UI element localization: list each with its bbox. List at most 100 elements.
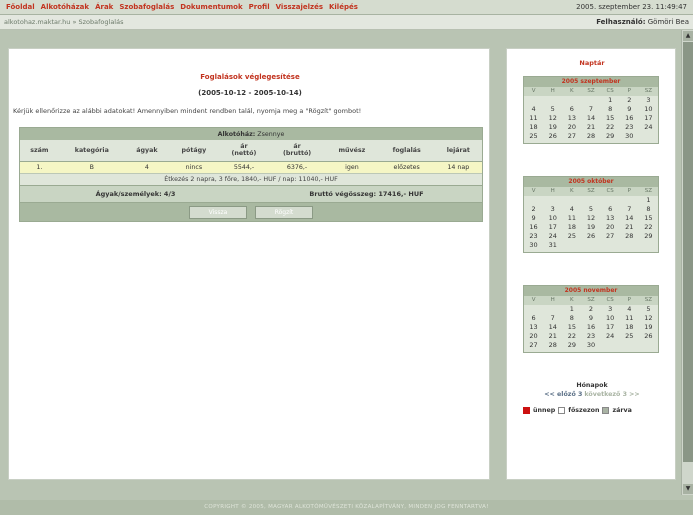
- calendar-day[interactable]: 17: [543, 223, 562, 232]
- calendar-day[interactable]: 13: [562, 114, 581, 123]
- calendar-day[interactable]: 11: [524, 114, 543, 123]
- calendar-day[interactable]: 23: [581, 332, 600, 341]
- calendar-day[interactable]: 16: [581, 323, 600, 332]
- menu-item-arak[interactable]: Árak: [95, 3, 113, 11]
- menu-item-szobafoglalas[interactable]: Szobafoglalás: [119, 3, 174, 11]
- calendar-day[interactable]: 22: [639, 223, 658, 232]
- menu-item-profil[interactable]: Profil: [249, 3, 270, 11]
- calendar-day[interactable]: 3: [543, 205, 562, 214]
- calendar-day[interactable]: 7: [543, 314, 562, 323]
- calendar-day[interactable]: 21: [543, 332, 562, 341]
- calendar-day[interactable]: 9: [581, 314, 600, 323]
- calendar-day[interactable]: 8: [601, 105, 620, 114]
- calendar-day[interactable]: 23: [524, 232, 543, 241]
- calendar-day[interactable]: 20: [562, 123, 581, 132]
- calendar-day[interactable]: 25: [524, 132, 543, 141]
- calendar-day[interactable]: 13: [601, 214, 620, 223]
- calendar-day[interactable]: 8: [639, 205, 658, 214]
- calendar-day[interactable]: 18: [524, 123, 543, 132]
- calendar-day[interactable]: 14: [543, 323, 562, 332]
- calendar-day[interactable]: 6: [601, 205, 620, 214]
- calendar-day[interactable]: 15: [601, 114, 620, 123]
- calendar-day[interactable]: 4: [524, 105, 543, 114]
- calendar-day[interactable]: 29: [601, 132, 620, 141]
- calendar-day[interactable]: 27: [562, 132, 581, 141]
- calendar-day[interactable]: 1: [562, 305, 581, 314]
- vertical-scrollbar[interactable]: ▲ ▼: [681, 30, 693, 495]
- calendar-day[interactable]: 12: [543, 114, 562, 123]
- calendar-day[interactable]: 30: [620, 132, 639, 141]
- calendar-day[interactable]: 22: [601, 123, 620, 132]
- calendar-day[interactable]: 29: [639, 232, 658, 241]
- calendar-day[interactable]: 6: [524, 314, 543, 323]
- scroll-thumb[interactable]: [683, 42, 693, 462]
- menu-item-visszajelzes[interactable]: Visszajelzés: [276, 3, 323, 11]
- calendar-day[interactable]: 27: [601, 232, 620, 241]
- calendar-day[interactable]: 24: [601, 332, 620, 341]
- calendar-day[interactable]: 28: [581, 132, 600, 141]
- calendar-day[interactable]: 15: [562, 323, 581, 332]
- menu-item-dokumentumok[interactable]: Dokumentumok: [180, 3, 242, 11]
- calendar-day[interactable]: 16: [620, 114, 639, 123]
- calendar-day[interactable]: 9: [524, 214, 543, 223]
- menu-item-alkotohazak[interactable]: Alkotóházak: [41, 3, 89, 11]
- calendar-day[interactable]: 22: [562, 332, 581, 341]
- calendar-day[interactable]: 26: [543, 132, 562, 141]
- calendar-day[interactable]: 20: [524, 332, 543, 341]
- calendar-day[interactable]: 17: [639, 114, 658, 123]
- calendar-day[interactable]: 26: [581, 232, 600, 241]
- calendar-day[interactable]: 4: [562, 205, 581, 214]
- calendar-day[interactable]: 25: [620, 332, 639, 341]
- calendar-day[interactable]: 5: [543, 105, 562, 114]
- calendar-day[interactable]: 23: [620, 123, 639, 132]
- calendar-day[interactable]: 11: [620, 314, 639, 323]
- calendar-day[interactable]: 10: [601, 314, 620, 323]
- calendar-day[interactable]: 10: [543, 214, 562, 223]
- calendar-day[interactable]: 17: [601, 323, 620, 332]
- calendar-day[interactable]: 2: [524, 205, 543, 214]
- calendar-day[interactable]: 13: [524, 323, 543, 332]
- calendar-day[interactable]: 6: [562, 105, 581, 114]
- menu-item-fooldal[interactable]: Főoldal: [6, 3, 35, 11]
- calendar-day[interactable]: 8: [562, 314, 581, 323]
- prev-months-link[interactable]: << előző 3: [544, 391, 582, 398]
- calendar-day[interactable]: 24: [543, 232, 562, 241]
- breadcrumb[interactable]: alkotohaz.maktar.hu » Szobafoglalás: [4, 18, 124, 26]
- calendar-day[interactable]: 2: [581, 305, 600, 314]
- calendar-day[interactable]: 28: [620, 232, 639, 241]
- calendar-day[interactable]: 18: [562, 223, 581, 232]
- back-button[interactable]: Vissza: [189, 205, 247, 219]
- calendar-day[interactable]: 12: [581, 214, 600, 223]
- calendar-day[interactable]: 19: [639, 323, 658, 332]
- calendar-day[interactable]: 30: [581, 341, 600, 350]
- calendar-day[interactable]: 11: [562, 214, 581, 223]
- calendar-day[interactable]: 27: [524, 341, 543, 350]
- calendar-day[interactable]: 5: [639, 305, 658, 314]
- calendar-day[interactable]: 14: [620, 214, 639, 223]
- calendar-day[interactable]: 2: [620, 96, 639, 105]
- calendar-day[interactable]: 30: [524, 241, 543, 250]
- calendar-day[interactable]: 4: [620, 305, 639, 314]
- calendar-day[interactable]: 7: [620, 205, 639, 214]
- calendar-day[interactable]: 21: [620, 223, 639, 232]
- calendar-day[interactable]: 31: [543, 241, 562, 250]
- calendar-day[interactable]: 9: [620, 105, 639, 114]
- calendar-day[interactable]: 1: [601, 96, 620, 105]
- calendar-day[interactable]: 19: [581, 223, 600, 232]
- calendar-day[interactable]: 26: [639, 332, 658, 341]
- next-months-link[interactable]: következő 3 >>: [584, 391, 639, 398]
- save-button[interactable]: Rögzít: [255, 205, 313, 219]
- scroll-down-icon[interactable]: ▼: [683, 484, 693, 494]
- calendar-day[interactable]: 21: [581, 123, 600, 132]
- scroll-up-icon[interactable]: ▲: [683, 31, 693, 41]
- calendar-day[interactable]: 18: [620, 323, 639, 332]
- calendar-day[interactable]: 25: [562, 232, 581, 241]
- calendar-day[interactable]: 28: [543, 341, 562, 350]
- menu-item-kilepes[interactable]: Kilépés: [329, 3, 358, 11]
- calendar-day[interactable]: 14: [581, 114, 600, 123]
- calendar-day[interactable]: 29: [562, 341, 581, 350]
- calendar-day[interactable]: 24: [639, 123, 658, 132]
- calendar-day[interactable]: 19: [543, 123, 562, 132]
- calendar-day[interactable]: 3: [639, 96, 658, 105]
- calendar-day[interactable]: 15: [639, 214, 658, 223]
